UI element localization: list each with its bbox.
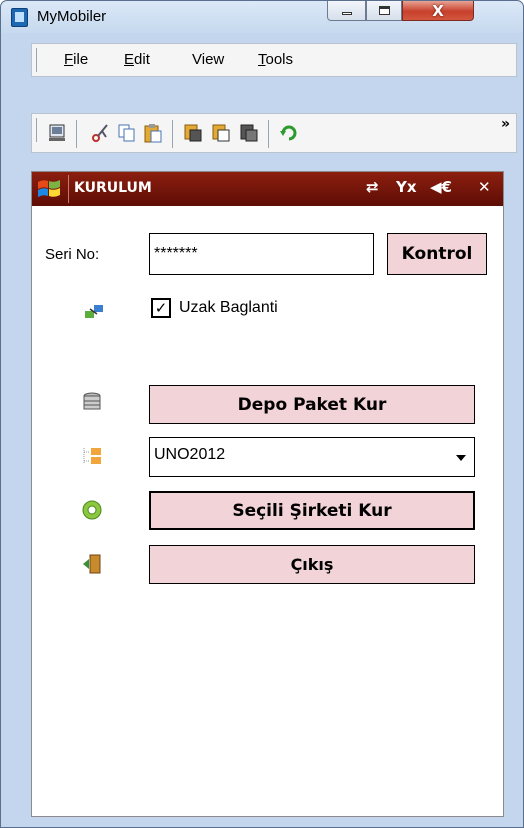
cikis-button[interactable]: Çıkış (149, 545, 475, 584)
company-select-value: UNO2012 (154, 446, 226, 463)
close-icon: X (432, 1, 444, 20)
menu-grip[interactable] (36, 48, 38, 72)
menu-tools[interactable]: Tools (258, 51, 293, 68)
paste-format-icon[interactable] (210, 122, 232, 144)
sync-status-icon[interactable]: ⇄ (366, 178, 379, 196)
toolbar: » (31, 113, 517, 153)
windows-start-icon[interactable] (36, 176, 62, 202)
menu-edit[interactable]: Edit (124, 51, 150, 68)
serial-label: Seri No: (45, 246, 100, 263)
toolbar-separator (172, 120, 173, 148)
title-bar[interactable]: MyMobiler X (1, 1, 523, 33)
depo-paket-kur-button[interactable]: Depo Paket Kur (149, 385, 475, 424)
remote-connection-icon (85, 305, 103, 318)
remote-connection-checkbox[interactable]: ✓ (151, 298, 171, 318)
company-select[interactable]: UNO2012 (149, 437, 475, 477)
serial-input[interactable] (149, 233, 374, 275)
device-title-bar: KURULUM ⇄ Yx ◀€ ✕ (32, 172, 503, 206)
remote-connection-option[interactable]: ✓ Uzak Baglanti (151, 298, 278, 318)
dropdown-arrow-icon[interactable] (456, 455, 466, 461)
paste-special-icon[interactable] (182, 122, 204, 144)
remote-connection-label: Uzak Baglanti (179, 299, 278, 316)
install-disc-icon (82, 500, 102, 520)
exit-door-icon (83, 554, 101, 574)
paste-dark-icon[interactable] (238, 122, 260, 144)
minimize-button[interactable] (327, 1, 366, 21)
toolbar-grip[interactable] (36, 118, 38, 142)
database-icon (83, 392, 101, 410)
volume-icon[interactable]: ◀€ (430, 178, 452, 196)
toolbar-separator (268, 120, 269, 148)
mymobiler-app-icon (11, 8, 28, 27)
menu-bar: File Edit View Tools (31, 43, 517, 77)
menu-file[interactable]: File (64, 51, 88, 68)
window-title: MyMobiler (37, 8, 107, 25)
maximize-icon (378, 6, 390, 15)
window-frame: MyMobiler X File Edit View Tools » KURUL… (0, 0, 524, 828)
device-icon[interactable] (46, 122, 68, 144)
refresh-icon[interactable] (278, 122, 300, 144)
maximize-button[interactable] (366, 1, 402, 21)
kontrol-button[interactable]: Kontrol (387, 233, 487, 275)
copy-icon[interactable] (116, 122, 138, 144)
toolbar-overflow-icon[interactable]: » (501, 116, 510, 132)
secili-sirketi-kur-button[interactable]: Seçili Şirketi Kur (149, 491, 475, 530)
close-window-button[interactable]: X (402, 1, 474, 21)
toolbar-separator (76, 120, 77, 148)
cut-icon[interactable] (90, 122, 112, 144)
minimize-icon (341, 12, 352, 15)
paste-icon[interactable] (142, 122, 164, 144)
device-app-title: KURULUM (74, 180, 152, 196)
device-title-separator (68, 175, 69, 203)
menu-view[interactable]: View (192, 51, 224, 68)
folder-tree-icon (83, 448, 101, 464)
signal-off-icon[interactable]: Yx (396, 178, 417, 196)
device-close-icon[interactable]: ✕ (478, 178, 491, 196)
